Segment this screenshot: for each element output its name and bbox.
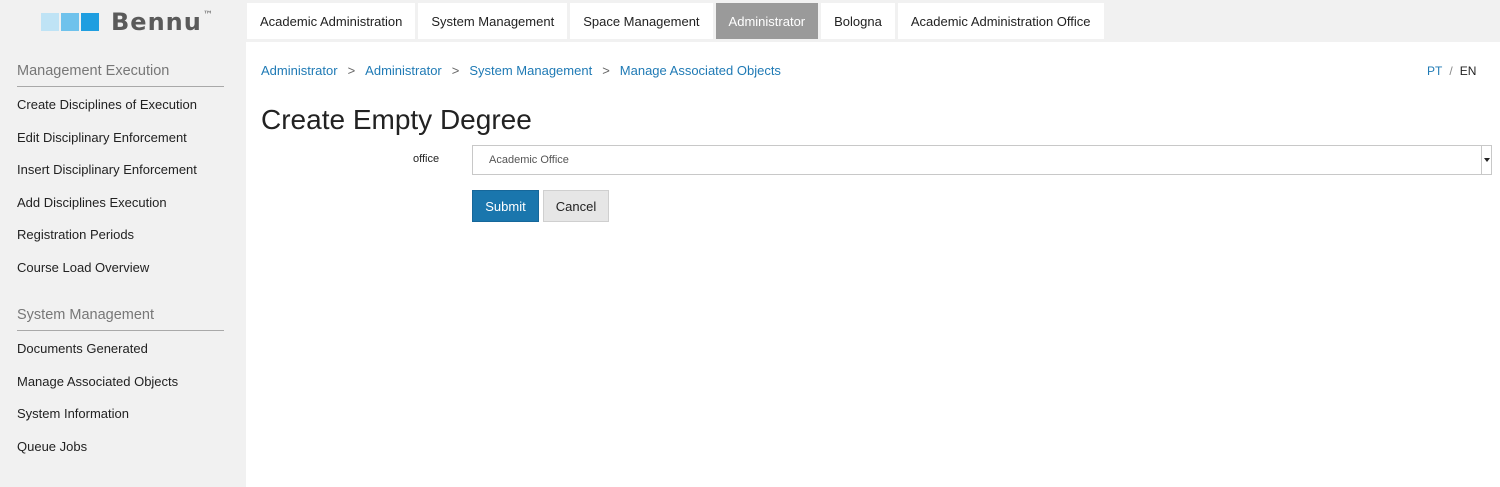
tab-space-management[interactable]: Space Management — [570, 3, 713, 39]
breadcrumb: Administrator > Administrator > System M… — [261, 63, 781, 78]
office-select-value: Academic Office — [489, 154, 569, 166]
breadcrumb-item-administrator-2[interactable]: Administrator — [365, 63, 442, 78]
tab-bar: Academic Administration System Managemen… — [247, 3, 1104, 39]
tab-administrator[interactable]: Administrator — [715, 3, 819, 39]
sidebar-heading: System Management — [17, 307, 224, 331]
sidebar-item-documents-generated[interactable]: Documents Generated — [17, 341, 224, 374]
sidebar-item-course-load-overview[interactable]: Course Load Overview — [17, 260, 224, 293]
cancel-button[interactable]: Cancel — [543, 190, 609, 222]
language-pt-link[interactable]: PT — [1427, 64, 1442, 78]
sidebar-item-queue-jobs[interactable]: Queue Jobs — [17, 439, 224, 472]
sidebar-item-add-disciplines-execution[interactable]: Add Disciplines Execution — [17, 195, 224, 228]
sidebar-item-insert-disciplinary-enforcement[interactable]: Insert Disciplinary Enforcement — [17, 162, 224, 195]
brand-name: Bennu™ — [111, 8, 214, 36]
language-en-link[interactable]: EN — [1460, 64, 1477, 78]
breadcrumb-separator: > — [451, 63, 460, 78]
sidebar-section-system-management: System Management Documents Generated Ma… — [17, 307, 224, 471]
sidebar-section-management-execution: Management Execution Create Disciplines … — [17, 63, 224, 293]
logo-mark-icon — [41, 13, 99, 31]
breadcrumb-item-manage-associated-objects[interactable]: Manage Associated Objects — [620, 63, 781, 78]
sidebar-item-system-information[interactable]: System Information — [17, 406, 224, 439]
dropdown-arrow-icon[interactable] — [1481, 146, 1491, 174]
sidebar-heading: Management Execution — [17, 63, 224, 87]
brand-logo[interactable]: Bennu™ — [41, 8, 214, 36]
office-label: office — [413, 153, 440, 165]
breadcrumb-separator: > — [602, 63, 610, 78]
sidebar-item-manage-associated-objects[interactable]: Manage Associated Objects — [17, 374, 224, 407]
top-navigation: Academic Administration System Managemen… — [246, 0, 1500, 42]
sidebar-item-registration-periods[interactable]: Registration Periods — [17, 227, 224, 260]
sidebar: Bennu™ Management Execution Create Disci… — [0, 0, 246, 487]
sidebar-item-edit-disciplinary-enforcement[interactable]: Edit Disciplinary Enforcement — [17, 130, 224, 163]
submit-button[interactable]: Submit — [472, 190, 539, 222]
sidebar-list: Create Disciplines of Execution Edit Dis… — [17, 97, 224, 293]
breadcrumb-item-system-management[interactable]: System Management — [469, 63, 592, 78]
tab-bologna[interactable]: Bologna — [821, 3, 895, 39]
breadcrumb-separator: > — [347, 63, 356, 78]
tab-academic-administration[interactable]: Academic Administration — [247, 3, 416, 39]
breadcrumb-item-administrator[interactable]: Administrator — [261, 63, 338, 78]
office-select[interactable]: Academic Office — [472, 145, 1492, 175]
sidebar-list: Documents Generated Manage Associated Ob… — [17, 341, 224, 471]
tab-academic-administration-office[interactable]: Academic Administration Office — [897, 3, 1104, 39]
tab-system-management[interactable]: System Management — [418, 3, 568, 39]
language-separator: / — [1449, 64, 1453, 78]
page-title: Create Empty Degree — [261, 104, 532, 135]
sidebar-item-create-disciplines-of-execution[interactable]: Create Disciplines of Execution — [17, 97, 224, 130]
trademark-symbol: ™ — [202, 10, 214, 21]
language-switcher: PT / EN — [1427, 64, 1476, 78]
